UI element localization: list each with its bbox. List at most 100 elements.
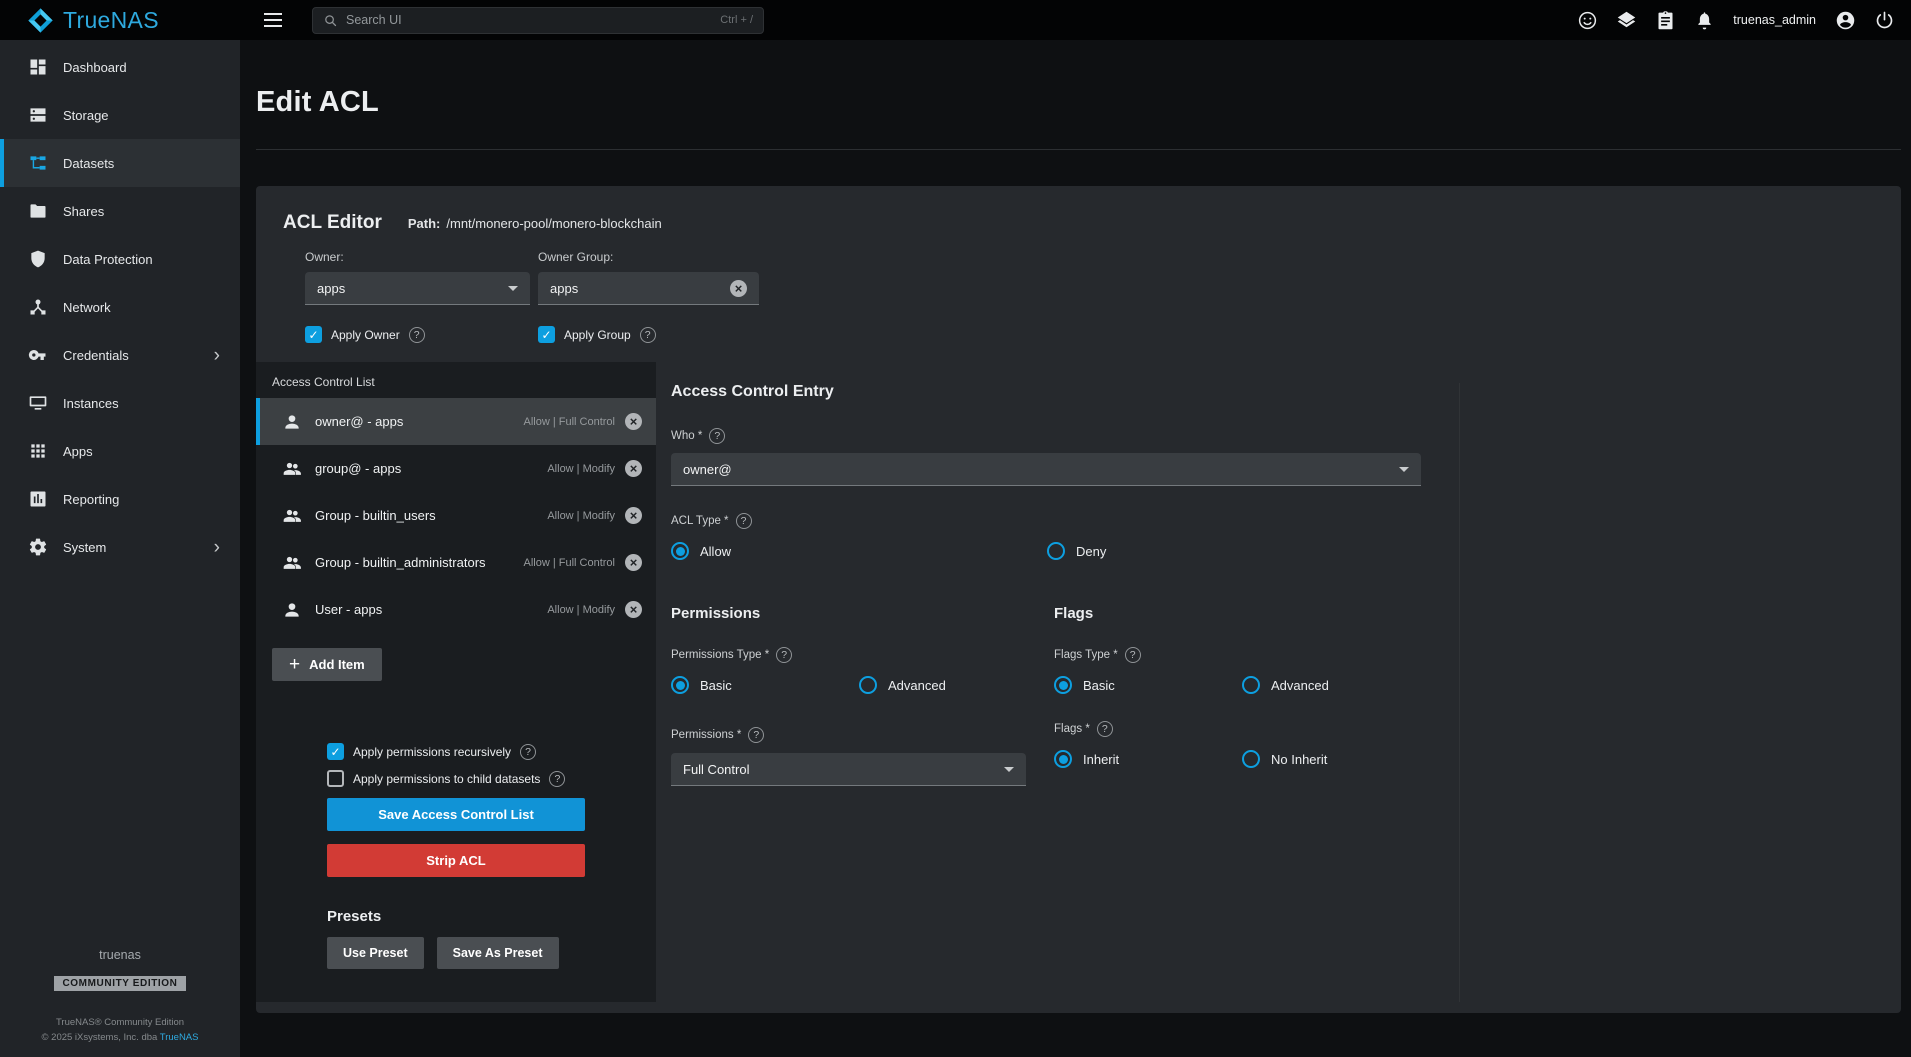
radio-flags-basic[interactable]: Basic <box>1054 676 1242 694</box>
help-icon[interactable]: ? <box>409 327 425 343</box>
owner-fields: Owner: apps Owner Group: apps × <box>256 250 1901 305</box>
search-icon <box>323 13 338 28</box>
radio-unselected-icon <box>1047 542 1065 560</box>
sidebar-item-apps[interactable]: Apps <box>0 427 240 475</box>
ace-heading: Access Control Entry <box>671 383 1459 401</box>
remove-entry-button[interactable]: × <box>625 507 642 524</box>
truenas-logo-icon <box>27 7 54 34</box>
radio-selected-icon <box>671 676 689 694</box>
reporting-icon <box>28 489 48 509</box>
acl-entry-row-user-apps[interactable]: User - apps Allow | Modify × <box>256 586 656 633</box>
truecommand-button[interactable] <box>1615 9 1637 31</box>
sidebar-item-network[interactable]: Network <box>0 283 240 331</box>
recursive-checkbox[interactable]: ✓ Apply permissions recursively ? <box>327 743 585 760</box>
chevron-right-icon: › <box>214 346 230 365</box>
acl-entry-row-builtin-users[interactable]: Group - builtin_users Allow | Modify × <box>256 492 656 539</box>
owner-label: Owner: <box>305 250 530 264</box>
radio-unselected-icon <box>859 676 877 694</box>
save-as-preset-button[interactable]: Save As Preset <box>437 937 559 969</box>
radio-inherit[interactable]: Inherit <box>1054 750 1242 768</box>
user-icon <box>282 412 302 432</box>
key-icon <box>28 345 48 365</box>
sidebar-item-instances[interactable]: Instances <box>0 379 240 427</box>
apps-icon <box>28 441 48 461</box>
sidebar-footer: truenas COMMUNITY EDITION TrueNAS® Commu… <box>0 948 240 1057</box>
acl-list-heading: Access Control List <box>256 362 656 398</box>
notifications-button[interactable] <box>1693 9 1715 31</box>
footer-edition-line: TrueNAS® Community Edition <box>0 1017 240 1028</box>
instances-icon <box>28 393 48 413</box>
save-acl-button[interactable]: Save Access Control List <box>327 798 585 831</box>
username[interactable]: truenas_admin <box>1733 13 1816 27</box>
shares-icon <box>28 201 48 221</box>
owner-select[interactable]: apps <box>305 272 530 305</box>
remove-entry-button[interactable]: × <box>625 554 642 571</box>
help-icon[interactable]: ? <box>776 647 792 663</box>
acl-editor-heading: ACL Editor <box>283 212 382 234</box>
dataset-path: Path:/mnt/monero-pool/monero-blockchain <box>408 216 662 231</box>
help-icon[interactable]: ? <box>520 744 536 760</box>
use-preset-button[interactable]: Use Preset <box>327 937 424 969</box>
jobs-button[interactable] <box>1654 9 1676 31</box>
sidebar-item-reporting[interactable]: Reporting <box>0 475 240 523</box>
sidebar-item-datasets[interactable]: Datasets <box>0 139 240 187</box>
help-icon[interactable]: ? <box>549 771 565 787</box>
brand-text: TrueNAS <box>63 7 159 34</box>
radio-deny[interactable]: Deny <box>1047 542 1423 560</box>
user-menu-button[interactable] <box>1834 9 1856 31</box>
sidebar-item-data-protection[interactable]: Data Protection <box>0 235 240 283</box>
child-datasets-checkbox[interactable]: Apply permissions to child datasets ? <box>327 770 585 787</box>
card-header: ACL Editor Path:/mnt/monero-pool/monero-… <box>256 186 1901 234</box>
sidebar-item-storage[interactable]: Storage <box>0 91 240 139</box>
radio-flags-advanced[interactable]: Advanced <box>1242 676 1430 694</box>
search-input[interactable]: Search UI Ctrl + / <box>312 7 764 34</box>
help-icon[interactable]: ? <box>748 727 764 743</box>
add-item-button[interactable]: + Add Item <box>272 648 382 681</box>
remove-entry-button[interactable]: × <box>625 601 642 618</box>
sidebar-item-dashboard[interactable]: Dashboard <box>0 43 240 91</box>
apply-group-checkbox[interactable]: ✓ Apply Group ? <box>538 326 771 343</box>
sidebar-item-credentials[interactable]: Credentials › <box>0 331 240 379</box>
owner-group-input[interactable]: apps × <box>538 272 759 305</box>
radio-selected-icon <box>1054 750 1072 768</box>
sidebar: Dashboard Storage Datasets Shares Data P… <box>0 40 240 1057</box>
help-icon[interactable]: ? <box>640 327 656 343</box>
topbar-actions: truenas_admin <box>1576 9 1895 31</box>
footer-copyright-line: © 2025 iXsystems, Inc. dba TrueNAS <box>0 1032 240 1043</box>
remove-entry-button[interactable]: × <box>625 460 642 477</box>
help-icon[interactable]: ? <box>1125 647 1141 663</box>
remove-entry-button[interactable]: × <box>625 413 642 430</box>
flags-heading: Flags <box>1054 605 1459 622</box>
radio-allow[interactable]: Allow <box>671 542 1047 560</box>
main-content: Edit ACL ACL Editor Path:/mnt/monero-poo… <box>240 40 1911 1057</box>
dropdown-arrow-icon <box>508 286 518 291</box>
sidebar-item-system[interactable]: System › <box>0 523 240 571</box>
hostname: truenas <box>0 948 240 962</box>
acl-entry-row-builtin-administrators[interactable]: Group - builtin_administrators Allow | F… <box>256 539 656 586</box>
menu-toggle-button[interactable] <box>261 7 287 33</box>
acl-entry-row-owner[interactable]: owner@ - apps Allow | Full Control × <box>256 398 656 445</box>
radio-permissions-advanced[interactable]: Advanced <box>859 676 1047 694</box>
group-icon <box>282 506 302 526</box>
permissions-type-radio-group: Basic Advanced <box>671 676 1054 694</box>
help-icon[interactable]: ? <box>1097 721 1113 737</box>
sidebar-item-shares[interactable]: Shares <box>0 187 240 235</box>
truenas-logo[interactable]: TrueNAS <box>0 7 240 34</box>
plus-icon: + <box>289 655 300 674</box>
radio-no-inherit[interactable]: No Inherit <box>1242 750 1430 768</box>
strip-acl-button[interactable]: Strip ACL <box>327 844 585 877</box>
help-icon[interactable]: ? <box>736 513 752 529</box>
who-select[interactable]: owner@ <box>671 453 1421 486</box>
shield-icon <box>28 249 48 269</box>
clear-icon[interactable]: × <box>730 280 747 297</box>
flags-label: Flags * ? <box>1054 721 1459 737</box>
flags-type-label: Flags Type * ? <box>1054 647 1459 663</box>
feedback-button[interactable] <box>1576 9 1598 31</box>
truenas-link[interactable]: TrueNAS <box>160 1032 199 1043</box>
help-icon[interactable]: ? <box>709 428 725 444</box>
radio-permissions-basic[interactable]: Basic <box>671 676 859 694</box>
apply-owner-checkbox[interactable]: ✓ Apply Owner ? <box>305 326 538 343</box>
permissions-select[interactable]: Full Control <box>671 753 1026 786</box>
power-button[interactable] <box>1873 9 1895 31</box>
acl-entry-row-group[interactable]: group@ - apps Allow | Modify × <box>256 445 656 492</box>
